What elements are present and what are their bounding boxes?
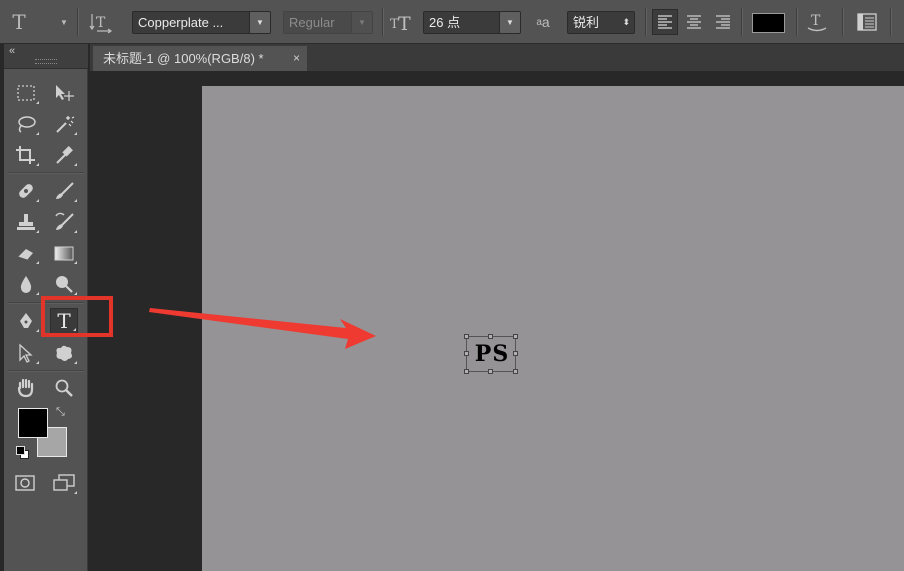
annotation-arrow-icon (149, 308, 376, 349)
